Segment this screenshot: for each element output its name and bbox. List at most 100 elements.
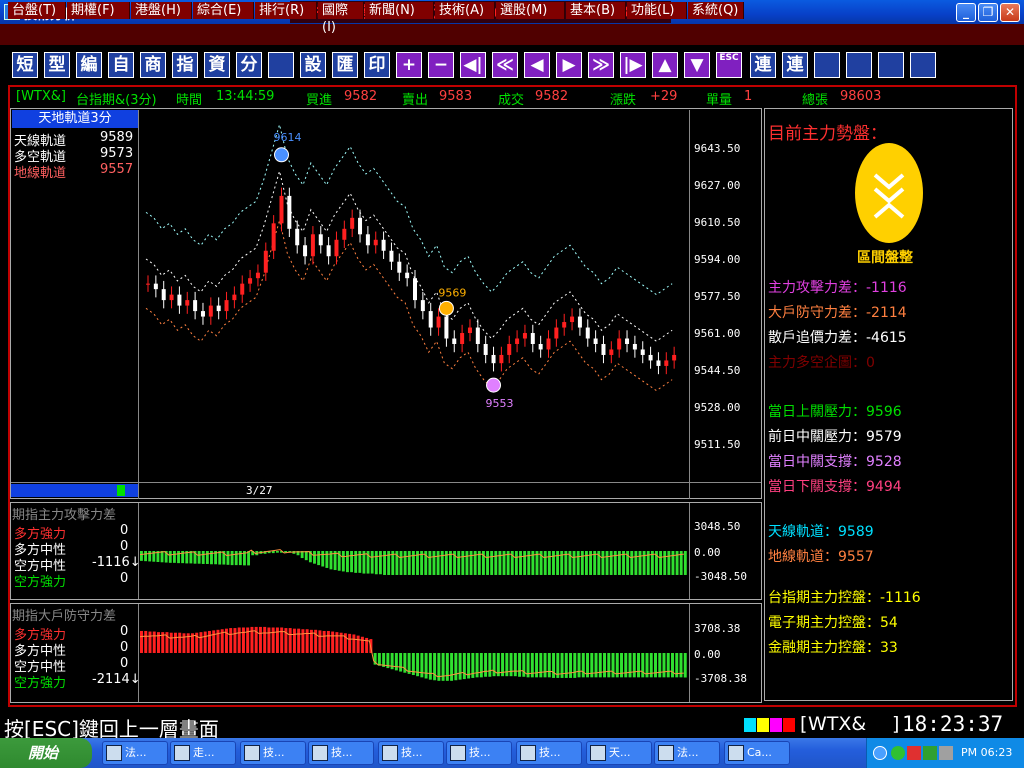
toolbar-button[interactable] xyxy=(910,52,936,78)
menu-item[interactable]: 綜合(E) xyxy=(193,2,254,19)
toolbar-button[interactable]: 連 xyxy=(782,52,808,78)
menu-item[interactable]: 技術(A) xyxy=(435,2,495,19)
info-value: 9596 xyxy=(866,404,902,420)
indicator-bar xyxy=(641,653,645,678)
toolbar-button[interactable]: 指 xyxy=(172,52,198,78)
close-button[interactable]: ✕ xyxy=(1000,3,1020,22)
candle-body xyxy=(499,354,504,364)
task-label: 法... xyxy=(125,746,147,759)
toolbar-button[interactable]: 分 xyxy=(236,52,262,78)
indicator-bar xyxy=(304,551,308,561)
indicator-bar xyxy=(458,653,462,680)
taskbar-item[interactable]: 技... xyxy=(516,741,582,765)
indicator-bar xyxy=(424,653,428,679)
toolbar-button[interactable]: ◀| xyxy=(460,52,486,78)
taskbar-item[interactable]: 技... xyxy=(240,741,306,765)
taskbar-item[interactable]: 走... xyxy=(170,741,236,765)
toolbar-button[interactable]: 商 xyxy=(140,52,166,78)
task-app-icon xyxy=(244,745,260,761)
app-tray-icon[interactable] xyxy=(923,746,937,760)
menu-item[interactable]: 排行(R) xyxy=(255,2,317,19)
toolbar-button[interactable] xyxy=(846,52,872,78)
info-label: 當日上關壓力： xyxy=(768,404,866,420)
info-row: 大戶防守力差：-2114 xyxy=(768,302,907,322)
taskbar-item[interactable]: Ca... xyxy=(724,741,790,765)
minimize-button[interactable]: _ xyxy=(956,3,976,22)
indicator-bar xyxy=(226,551,230,565)
date-divider xyxy=(11,482,761,483)
toolbar-button[interactable]: ▲ xyxy=(652,52,678,78)
info-label: 主力攻擊力差： xyxy=(768,280,866,296)
indicator-bar xyxy=(484,653,488,677)
price-marker-label: 9553 xyxy=(486,397,514,410)
toolbar-button[interactable]: 短 xyxy=(12,52,38,78)
toolbar-button[interactable]: + xyxy=(396,52,422,78)
toolbar-button[interactable]: ESC xyxy=(716,52,742,78)
task-app-icon xyxy=(174,745,190,761)
security-icon[interactable] xyxy=(907,746,921,760)
candle-body xyxy=(522,333,527,339)
info-label: 大戶防守力差： xyxy=(768,305,866,321)
toolbar-button[interactable]: 印 xyxy=(364,52,390,78)
y-tick-label: 9627.00 xyxy=(694,179,741,192)
taskbar-item[interactable]: 天... xyxy=(586,741,652,765)
price-marker-icon[interactable] xyxy=(438,300,454,316)
toolbar-button[interactable]: ≪ xyxy=(492,52,518,78)
toolbar-button[interactable]: 自 xyxy=(108,52,134,78)
menu-item[interactable]: 系統(Q) xyxy=(688,2,744,19)
back-icon[interactable] xyxy=(873,746,887,760)
toolbar-button[interactable]: ◀ xyxy=(524,52,550,78)
menu-item[interactable]: 新聞(N) xyxy=(365,2,434,19)
toolbar-button[interactable] xyxy=(268,52,294,78)
toolbar-button[interactable]: 連 xyxy=(750,52,776,78)
taskbar-item[interactable]: 技... xyxy=(446,741,512,765)
taskbar-item[interactable]: 法... xyxy=(654,741,720,765)
toolbar-button[interactable] xyxy=(878,52,904,78)
menu-item[interactable]: 基本(B) xyxy=(566,2,626,19)
indicator-bar xyxy=(335,632,339,653)
volume-icon[interactable] xyxy=(939,746,953,760)
candle-body xyxy=(632,343,637,350)
scroll-thumb[interactable] xyxy=(117,485,125,496)
color-swatch-red xyxy=(783,718,795,732)
taskbar-item[interactable]: 技... xyxy=(308,741,374,765)
y-tick-label: 9577.50 xyxy=(694,290,741,303)
menu-item[interactable]: 國際(I) xyxy=(318,2,364,35)
menu-item[interactable]: 功能(L) xyxy=(627,2,687,19)
price-marker-icon[interactable] xyxy=(274,147,289,163)
toolbar-button[interactable]: |▶ xyxy=(620,52,646,78)
toolbar-button[interactable]: 設 xyxy=(300,52,326,78)
candle-body xyxy=(381,239,386,251)
candle-body xyxy=(538,343,543,350)
toolbar-button[interactable]: − xyxy=(428,52,454,78)
toolbar-button[interactable]: 編 xyxy=(76,52,102,78)
menu-item[interactable]: 選股(M) xyxy=(496,2,565,19)
indicator-bar xyxy=(454,653,458,681)
toolbar-button[interactable] xyxy=(814,52,840,78)
start-button[interactable]: 開始 xyxy=(0,738,92,768)
candle-body xyxy=(200,311,205,317)
toolbar-button[interactable]: ≫ xyxy=(588,52,614,78)
candle-body xyxy=(585,327,590,339)
toolbar-button[interactable]: ▼ xyxy=(684,52,710,78)
toolbar-button[interactable]: 資 xyxy=(204,52,230,78)
info-value: 9557 xyxy=(838,549,874,565)
menu-item[interactable]: 港盤(H) xyxy=(131,2,192,19)
taskbar-item[interactable]: 技... xyxy=(378,741,444,765)
toolbar-button[interactable]: 匯 xyxy=(332,52,358,78)
attack-row-value: 0 xyxy=(120,571,129,586)
candle-body xyxy=(193,300,198,312)
menu-item[interactable]: 台盤(T) xyxy=(8,2,66,19)
candle-body xyxy=(224,300,229,312)
price-marker-icon[interactable] xyxy=(486,377,502,393)
y-tick-label: 9594.00 xyxy=(694,253,741,266)
candle-body xyxy=(255,272,260,279)
menu-item[interactable]: 期權(F) xyxy=(67,2,130,19)
toolbar-button[interactable]: ▶ xyxy=(556,52,582,78)
taskbar-item[interactable]: 法... xyxy=(102,741,168,765)
network-icon[interactable] xyxy=(891,746,905,760)
restore-button[interactable]: ❐ xyxy=(978,3,998,22)
indicator-bar xyxy=(488,653,492,677)
toolbar-button[interactable]: 型 xyxy=(44,52,70,78)
indicator-bar xyxy=(450,653,454,681)
